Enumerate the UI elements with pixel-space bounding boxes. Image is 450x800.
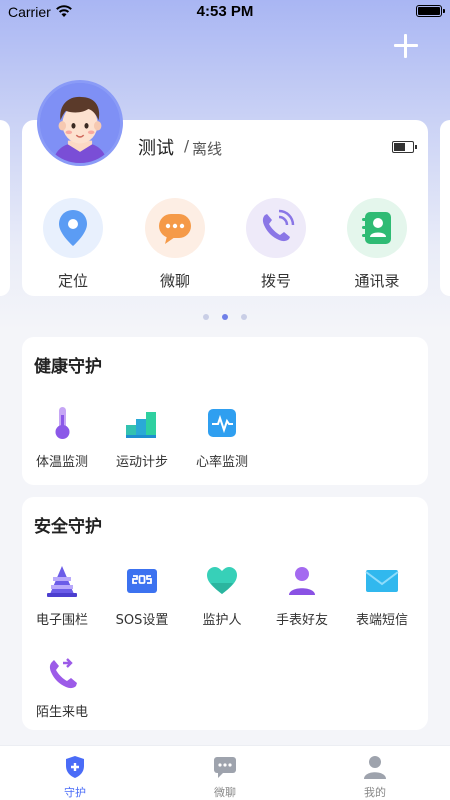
sos-settings-button[interactable]: SOS设置: [102, 563, 182, 628]
avatar[interactable]: [37, 80, 123, 166]
status-bar: Carrier 4:53 PM: [0, 0, 450, 24]
tab-chat-label: 微聊: [214, 786, 236, 799]
thermometer-icon: [44, 405, 80, 441]
shield-icon: [62, 754, 88, 780]
locate-label: 定位: [57, 272, 88, 290]
geofence-button[interactable]: 电子围栏: [22, 563, 102, 628]
device-battery-icon: [392, 141, 417, 153]
tab-mine[interactable]: 我的: [335, 754, 415, 800]
carousel-next-card[interactable]: [440, 120, 450, 296]
watch-sms-button[interactable]: 表端短信: [342, 563, 422, 628]
chat-bubble-icon: [145, 198, 205, 258]
heart-rate-icon: [204, 405, 240, 441]
heart-rate-monitor-button[interactable]: 心率监测: [182, 405, 262, 470]
device-status: 离线: [192, 140, 223, 158]
dial-button[interactable]: 拨号: [241, 198, 311, 292]
temperature-monitor-button[interactable]: 体温监测: [22, 405, 102, 470]
tab-chat[interactable]: 微聊: [185, 754, 265, 800]
add-device-button[interactable]: [394, 34, 418, 58]
heart-icon: [204, 563, 240, 599]
friend-icon: [284, 563, 320, 599]
carousel-dot[interactable]: [203, 314, 209, 320]
temperature-monitor-label: 体温监测: [35, 455, 88, 470]
carousel-dot[interactable]: [241, 314, 247, 320]
chat-button[interactable]: 微聊: [140, 198, 210, 292]
carousel-dot-active[interactable]: [222, 314, 228, 320]
locate-button[interactable]: 定位: [38, 198, 108, 292]
safety-section: 安全守护 电子围栏 SOS设置 监护人 手表好友 表端短信 陌生来电: [22, 497, 428, 730]
carousel-indicator: [203, 314, 248, 322]
step-counter-label: 运动计步: [115, 455, 168, 470]
guardian-button[interactable]: 监护人: [182, 563, 262, 628]
clock: 4:53 PM: [196, 3, 254, 20]
tab-bar: 守护 微聊 我的: [0, 745, 450, 800]
steps-icon: [124, 405, 160, 441]
chat-icon: [212, 754, 238, 780]
incoming-call-icon: [44, 655, 80, 691]
watch-sms-label: 表端短信: [355, 613, 408, 628]
contacts-button[interactable]: 通讯录: [342, 198, 412, 292]
stranger-calls-label: 陌生来电: [35, 705, 88, 720]
battery-icon: [416, 5, 445, 17]
chat-label: 微聊: [159, 272, 190, 290]
tab-guard-label: 守护: [64, 786, 86, 799]
carousel-prev-card[interactable]: [0, 120, 10, 296]
tab-guard[interactable]: 守护: [35, 754, 115, 800]
envelope-icon: [364, 563, 400, 599]
dial-label: 拨号: [260, 272, 291, 290]
geofence-cone-icon: [44, 563, 80, 599]
user-icon: [362, 754, 388, 780]
sos-settings-label: SOS设置: [115, 613, 169, 628]
phone-icon: [246, 198, 306, 258]
step-counter-button[interactable]: 运动计步: [102, 405, 182, 470]
safety-section-title: 安全守护: [34, 517, 102, 537]
tab-mine-label: 我的: [364, 786, 386, 799]
device-name: 测试: [138, 138, 174, 159]
watch-friends-label: 手表好友: [275, 613, 328, 628]
health-section-title: 健康守护: [34, 357, 102, 377]
contacts-label: 通讯录: [354, 272, 400, 290]
heart-rate-monitor-label: 心率监测: [195, 455, 248, 470]
contacts-icon: [347, 198, 407, 258]
health-section: 健康守护 体温监测 运动计步 心率监测: [22, 337, 428, 485]
device-separator: /: [184, 137, 190, 155]
geofence-label: 电子围栏: [35, 613, 88, 628]
location-icon: [43, 198, 103, 258]
sos-icon: [124, 563, 160, 599]
stranger-calls-button[interactable]: 陌生来电: [22, 655, 102, 720]
guardian-label: 监护人: [202, 613, 242, 628]
watch-friends-button[interactable]: 手表好友: [262, 563, 342, 628]
